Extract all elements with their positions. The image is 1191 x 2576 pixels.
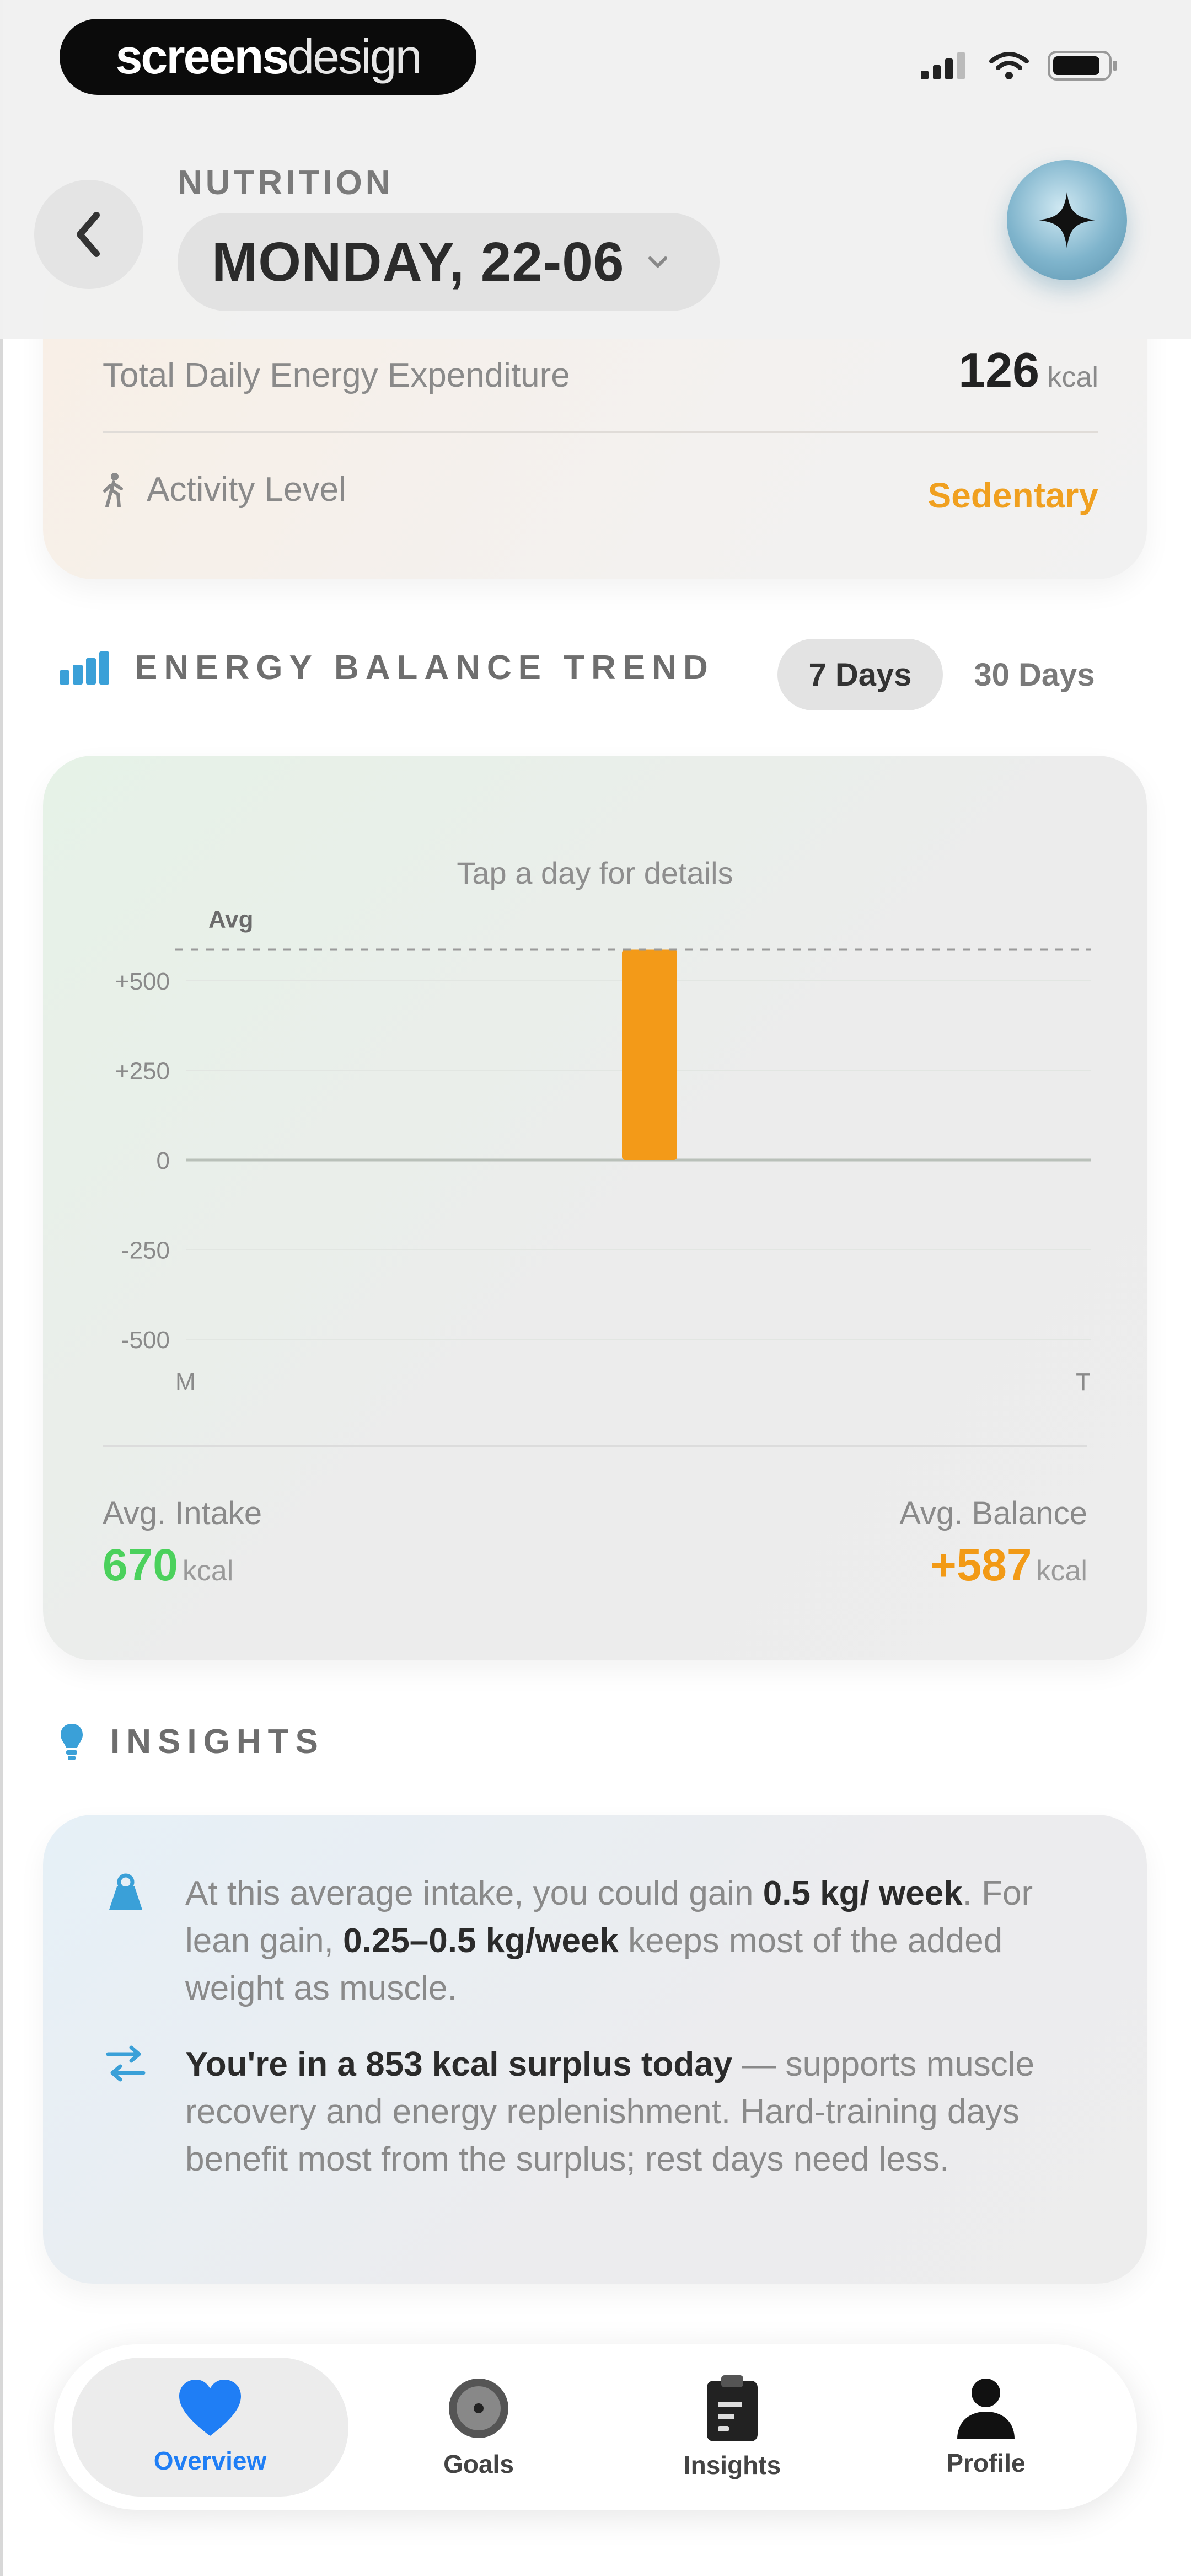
activity-label: Activity Level bbox=[147, 471, 346, 509]
avg-balance-value: +587 bbox=[930, 1540, 1032, 1590]
y-tick-label: +250 bbox=[115, 1058, 170, 1085]
y-tick-label: -500 bbox=[121, 1327, 170, 1354]
date-picker-button[interactable]: MONDAY, 22-06 bbox=[178, 213, 720, 311]
range-segmented-control: 7 Days 30 Days bbox=[777, 639, 1117, 710]
trend-card: Tap a day for details +500 +250 0 -250 -500 A… bbox=[43, 756, 1147, 1660]
x-tick-label: M bbox=[175, 1369, 196, 1396]
watermark-part1: screens bbox=[115, 29, 289, 84]
watermark-logo: screens design bbox=[60, 19, 476, 95]
tab-goals[interactable]: Goals bbox=[385, 2358, 572, 2497]
tab-label: Insights bbox=[683, 2451, 781, 2479]
wifi-icon bbox=[989, 52, 1029, 79]
tab-label: Overview bbox=[153, 2446, 267, 2475]
watermark-part2: design bbox=[287, 29, 422, 84]
activity-label-group: Activity Level bbox=[103, 470, 346, 509]
avg-intake-stat: Avg. Intake 670 kcal bbox=[103, 1495, 262, 1591]
insight-icon-wrap bbox=[106, 1870, 146, 2012]
chevron-down-icon bbox=[648, 256, 667, 269]
insights-section-title: INSIGHTS bbox=[110, 1723, 325, 1761]
insight-weight-gain: At this average intake, you could gain 0… bbox=[106, 1870, 1092, 2012]
insight-text: At this average intake, you could gain 0… bbox=[185, 1870, 1092, 2012]
tdee-divider bbox=[103, 431, 1098, 433]
stats-divider bbox=[103, 1445, 1087, 1447]
chevron-left-icon bbox=[77, 212, 100, 257]
battery-icon bbox=[1048, 51, 1117, 81]
avg-label: Avg bbox=[208, 906, 254, 933]
avg-balance-unit: kcal bbox=[1036, 1555, 1087, 1587]
insight-text-bold: You're in a 853 kcal surplus today bbox=[185, 2045, 733, 2083]
swap-arrows-icon bbox=[106, 2045, 146, 2082]
walking-person-icon bbox=[103, 472, 123, 507]
avg-intake-unit: kcal bbox=[182, 1555, 234, 1587]
tdee-value-group: 126 kcal bbox=[958, 342, 1098, 398]
avg-balance-value-group: +587 kcal bbox=[899, 1540, 1087, 1591]
trend-section-title: ENERGY BALANCE TREND bbox=[135, 649, 715, 687]
tdee-unit: kcal bbox=[1047, 361, 1098, 393]
nav-header: screens design NUTRITION MONDAY, 22-06 bbox=[0, 0, 1191, 339]
insight-text-part: At this average intake, you could gain bbox=[185, 1874, 763, 1912]
energy-balance-chart[interactable]: +500 +250 0 -250 -500 Avg M T bbox=[43, 756, 1147, 1429]
activity-row[interactable]: Activity Level Sedentary bbox=[103, 470, 1098, 516]
avg-intake-value: 670 bbox=[103, 1540, 178, 1590]
scale-weight-icon bbox=[109, 1873, 142, 1910]
status-icons bbox=[921, 51, 1119, 81]
x-tick-label: T bbox=[1076, 1369, 1091, 1396]
y-tick-label: +500 bbox=[115, 968, 170, 995]
trend-section-header: ENERGY BALANCE TREND bbox=[60, 648, 715, 687]
insight-icon-wrap bbox=[106, 2041, 146, 2183]
clipboard-icon bbox=[707, 2375, 758, 2441]
lightbulb-icon bbox=[61, 1723, 83, 1760]
tab-profile[interactable]: Profile bbox=[892, 2358, 1080, 2497]
ai-assistant-button[interactable] bbox=[1007, 160, 1127, 280]
tab-insights[interactable]: Insights bbox=[639, 2358, 826, 2497]
heart-icon bbox=[179, 2380, 241, 2436]
sparkle-icon bbox=[1039, 192, 1095, 248]
cellular-signal-icon bbox=[921, 52, 965, 79]
back-button[interactable] bbox=[34, 180, 143, 289]
activity-value: Sedentary bbox=[927, 475, 1098, 515]
bar bbox=[622, 949, 677, 1160]
date-text: MONDAY, 22-06 bbox=[212, 231, 625, 293]
tab-label: Profile bbox=[946, 2449, 1026, 2477]
avg-balance-stat: Avg. Balance +587 kcal bbox=[899, 1495, 1087, 1591]
screen: Total Daily Energy Expenditure 126 kcal … bbox=[0, 0, 1191, 2576]
tab-bar: Overview Goals Insights Profile bbox=[54, 2344, 1137, 2510]
insight-surplus: You're in a 853 kcal surplus today — sup… bbox=[106, 2041, 1092, 2183]
bar-chart-icon bbox=[60, 651, 109, 685]
tdee-label: Total Daily Energy Expenditure bbox=[103, 356, 570, 394]
tdee-row: Total Daily Energy Expenditure 126 kcal bbox=[103, 342, 1098, 398]
tab-label: Goals bbox=[443, 2450, 514, 2478]
avg-balance-label: Avg. Balance bbox=[899, 1495, 1087, 1531]
target-icon bbox=[449, 2379, 508, 2438]
screen-edge bbox=[0, 0, 3, 2576]
insights-card: At this average intake, you could gain 0… bbox=[43, 1815, 1147, 2284]
avg-intake-value-group: 670 kcal bbox=[103, 1540, 262, 1591]
y-tick-label: 0 bbox=[157, 1147, 170, 1174]
seg-30-days[interactable]: 30 Days bbox=[952, 639, 1117, 710]
insight-text: You're in a 853 kcal surplus today — sup… bbox=[185, 2041, 1092, 2183]
insight-text-bold: 0.25–0.5 kg/week bbox=[343, 1922, 619, 1960]
tdee-value: 126 bbox=[958, 343, 1040, 397]
avg-intake-label: Avg. Intake bbox=[103, 1495, 262, 1531]
person-icon bbox=[957, 2379, 1015, 2439]
seg-7-days[interactable]: 7 Days bbox=[777, 639, 943, 710]
nav-overline: NUTRITION bbox=[178, 164, 394, 202]
y-tick-label: -250 bbox=[121, 1237, 170, 1264]
insight-text-bold: 0.5 kg/ week bbox=[763, 1874, 963, 1912]
insights-section-header: INSIGHTS bbox=[60, 1722, 325, 1761]
tab-overview[interactable]: Overview bbox=[72, 2358, 348, 2497]
